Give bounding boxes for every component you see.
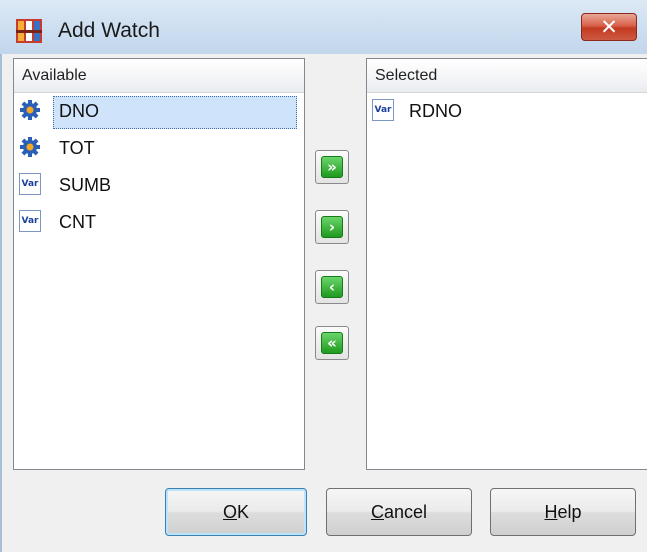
item-label: TOT	[59, 138, 95, 158]
remove-button[interactable]: ‹	[315, 270, 349, 304]
list-item[interactable]: Var RDNO	[367, 93, 647, 130]
ok-label-rest: K	[237, 502, 250, 522]
chevron-left-icon: ‹	[321, 276, 343, 298]
ok-button[interactable]: OK	[165, 488, 307, 536]
var-icon: Var	[19, 210, 41, 232]
item-label: SUMB	[59, 175, 112, 195]
selected-header-label: Selected	[375, 67, 438, 84]
selected-header: Selected	[367, 59, 647, 93]
ok-label: OK	[223, 502, 249, 522]
add-button[interactable]: ›	[315, 210, 349, 244]
selected-list[interactable]: Selected Var RDNO	[366, 58, 647, 470]
var-icon: Var	[372, 99, 394, 121]
list-item[interactable]: Var SUMB	[14, 167, 304, 204]
window-title: Add Watch	[58, 19, 160, 42]
close-button[interactable]: ✕	[581, 13, 637, 41]
available-list[interactable]: Available DNO TOT Var SUMB Var CNT	[13, 58, 305, 470]
close-icon: ✕	[600, 15, 618, 39]
ok-mnemonic: O	[222, 502, 237, 522]
add-watch-dialog: Add Watch ✕ Available DNO TOT Var SUMB V…	[0, 0, 647, 552]
help-label: Help	[544, 502, 581, 522]
cancel-mnemonic: C	[370, 502, 384, 522]
help-label-rest: elp	[557, 502, 582, 522]
chevron-right-icon: ›	[321, 216, 343, 238]
gear-icon	[20, 137, 40, 157]
var-icon: Var	[19, 173, 41, 195]
double-chevron-right-icon: »	[321, 156, 343, 178]
double-chevron-left-icon: «	[321, 332, 343, 354]
item-label: DNO	[59, 101, 99, 121]
available-header: Available	[14, 59, 304, 93]
cancel-button[interactable]: Cancel	[326, 488, 472, 536]
available-header-label: Available	[22, 67, 87, 84]
add-all-button[interactable]: »	[315, 150, 349, 184]
list-item[interactable]: DNO	[14, 93, 304, 130]
help-mnemonic: H	[544, 502, 558, 522]
help-button[interactable]: Help	[490, 488, 636, 536]
item-label: RDNO	[409, 101, 462, 121]
cancel-label-rest: ancel	[383, 502, 428, 522]
cancel-label: Cancel	[371, 502, 427, 522]
title-bar: Add Watch ✕	[0, 0, 647, 54]
item-label: CNT	[59, 212, 96, 232]
list-item[interactable]: Var CNT	[14, 204, 304, 241]
gear-icon	[20, 100, 40, 120]
list-item[interactable]: TOT	[14, 130, 304, 167]
remove-all-button[interactable]: «	[315, 326, 349, 360]
app-icon	[16, 19, 42, 43]
